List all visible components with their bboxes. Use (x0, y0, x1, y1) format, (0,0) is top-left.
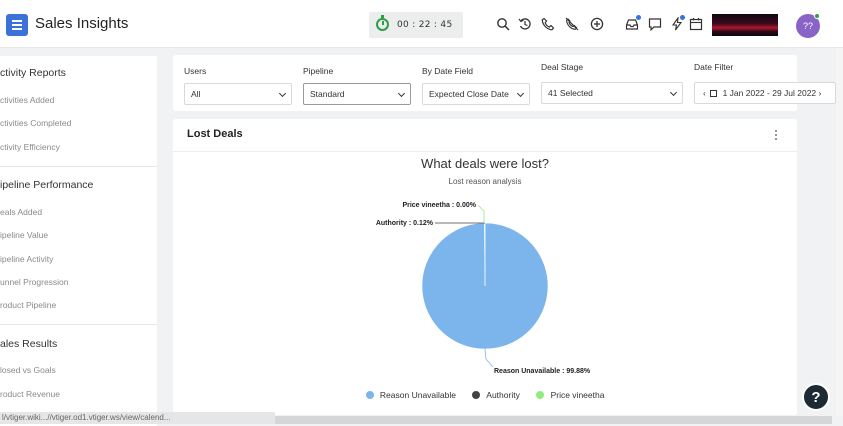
sidebar-item-deals-added[interactable]: eals Added (0, 207, 42, 217)
legend-label: Authority (486, 390, 520, 400)
data-label: Reason Unavailable : 99.88% (494, 368, 591, 375)
online-status-dot (814, 13, 820, 19)
sidebar-item-activity-efficiency[interactable]: ctivity Efficiency (0, 142, 60, 152)
sidebar: ctivity Reports ctivities Added ctivitie… (0, 56, 157, 426)
chevron-right-icon[interactable]: › (819, 88, 822, 98)
sidebar-item-activities-added[interactable]: ctivities Added (0, 95, 54, 105)
top-bar: Sales Insights 00 : 22 : 45 ?? (0, 0, 843, 48)
users-select-value: All (191, 89, 201, 99)
sunset-banner-image (712, 14, 778, 36)
vertical-scrollbar[interactable] (836, 48, 843, 416)
help-button[interactable]: ? (802, 383, 830, 411)
pipeline-select-value: Standard (310, 89, 345, 99)
call-timer[interactable]: 00 : 22 : 45 (369, 12, 463, 38)
legend-dot (536, 391, 545, 399)
data-label: Price vineetha : 0.00% (402, 202, 476, 209)
mute-icon[interactable] (565, 17, 579, 31)
deal-stage-select[interactable]: 41 Selected (541, 82, 683, 104)
search-icon[interactable] (496, 17, 510, 31)
sidebar-item-funnel-progression[interactable]: unnel Progression (0, 277, 69, 287)
sidebar-section-sales-results[interactable]: ales Results (0, 338, 57, 350)
pipeline-label: Pipeline (303, 66, 334, 76)
legend-item[interactable]: Price vineetha (536, 390, 604, 400)
lost-deals-card: Lost Deals What deals were lost? Lost re… (173, 119, 797, 415)
legend-label: Price vineetha (550, 390, 605, 400)
legend-label: Reason Unavailable (379, 390, 456, 400)
pie-chart: Reason Unavailable : 99.88% Authority : 0… (376, 202, 591, 375)
date-range-text: 1 Jan 2022 - 29 Jul 2022 (722, 88, 817, 98)
horizontal-scrollbar[interactable] (275, 416, 832, 424)
legend-item[interactable]: Authority (472, 390, 520, 400)
legend-item[interactable]: Reason Unavailable (365, 390, 456, 400)
menu-icon[interactable] (6, 14, 28, 36)
legend-dot (472, 391, 481, 399)
app-title: Sales Insights (35, 15, 129, 32)
label-connector (484, 348, 494, 368)
chart-legend: Reason Unavailable Authority Price vinee… (173, 390, 797, 400)
calendar-icon[interactable] (689, 17, 703, 31)
inbox-notification-dot (636, 15, 641, 20)
status-bar-url: l/vtiger.wiki...//vtiger.od1.vtiger.ws/v… (0, 412, 275, 424)
date-field-label: By Date Field (422, 66, 474, 76)
sidebar-item-pipeline-value[interactable]: ipeline Value (0, 230, 48, 240)
filter-bar: Users All Pipeline Standard By Date Fiel… (173, 55, 836, 111)
sidebar-item-activities-completed[interactable]: ctivities Completed (0, 118, 71, 128)
deal-stage-label: Deal Stage (541, 62, 584, 72)
calendar-icon (710, 90, 718, 97)
chevron-down-icon (669, 88, 678, 97)
stopwatch-icon (376, 15, 389, 31)
sidebar-item-closed-vs-goals[interactable]: losed vs Goals (0, 365, 56, 375)
phone-icon[interactable] (541, 17, 555, 31)
history-icon[interactable] (518, 17, 532, 31)
users-label: Users (184, 66, 207, 76)
timer-text: 00 : 22 : 45 (397, 20, 453, 30)
date-filter-label: Date Filter (694, 62, 734, 72)
deal-stage-select-value: 41 Selected (548, 88, 593, 98)
sidebar-item-product-pipeline[interactable]: roduct Pipeline (0, 300, 56, 310)
label-connector (477, 204, 485, 223)
date-filter-picker[interactable]: ‹ 1 Jan 2022 - 29 Jul 2022 › (694, 82, 836, 104)
pipeline-select[interactable]: Standard (303, 83, 411, 105)
chat-icon[interactable] (648, 17, 662, 31)
sidebar-divider (0, 324, 157, 325)
date-field-select[interactable]: Expected Close Date (422, 83, 530, 105)
legend-dot (365, 391, 374, 399)
sidebar-item-product-revenue[interactable]: roduct Revenue (0, 389, 60, 399)
lightning-notification-dot (680, 15, 685, 20)
chevron-down-icon (516, 89, 525, 98)
sidebar-section-pipeline-performance[interactable]: ipeline Performance (0, 179, 93, 191)
date-field-select-value: Expected Close Date (429, 89, 509, 99)
users-select[interactable]: All (184, 83, 292, 105)
chevron-down-icon (397, 89, 406, 98)
add-icon[interactable] (590, 17, 604, 31)
data-label: Authority : 0.12% (376, 220, 434, 227)
sidebar-item-pipeline-activity[interactable]: ipeline Activity (0, 254, 53, 264)
sidebar-section-activity-reports[interactable]: ctivity Reports (0, 67, 66, 79)
chevron-down-icon (278, 89, 287, 98)
sidebar-divider (0, 166, 157, 167)
chevron-left-icon[interactable]: ‹ (703, 88, 706, 98)
